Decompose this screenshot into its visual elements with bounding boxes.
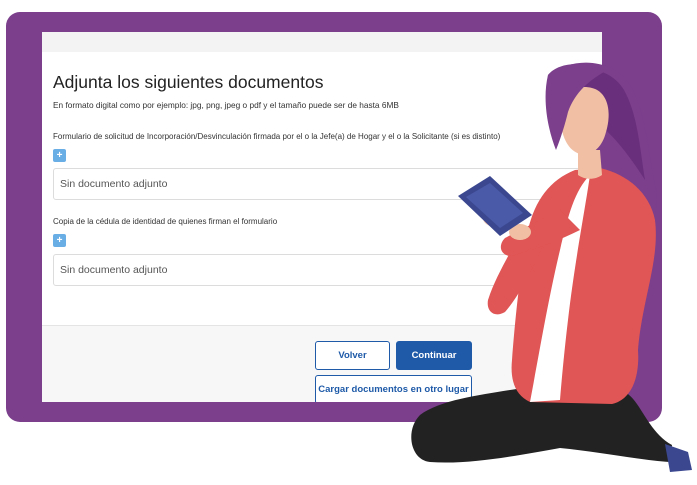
neck	[578, 150, 602, 179]
shoe	[665, 444, 692, 472]
woman-illustration	[411, 62, 692, 472]
